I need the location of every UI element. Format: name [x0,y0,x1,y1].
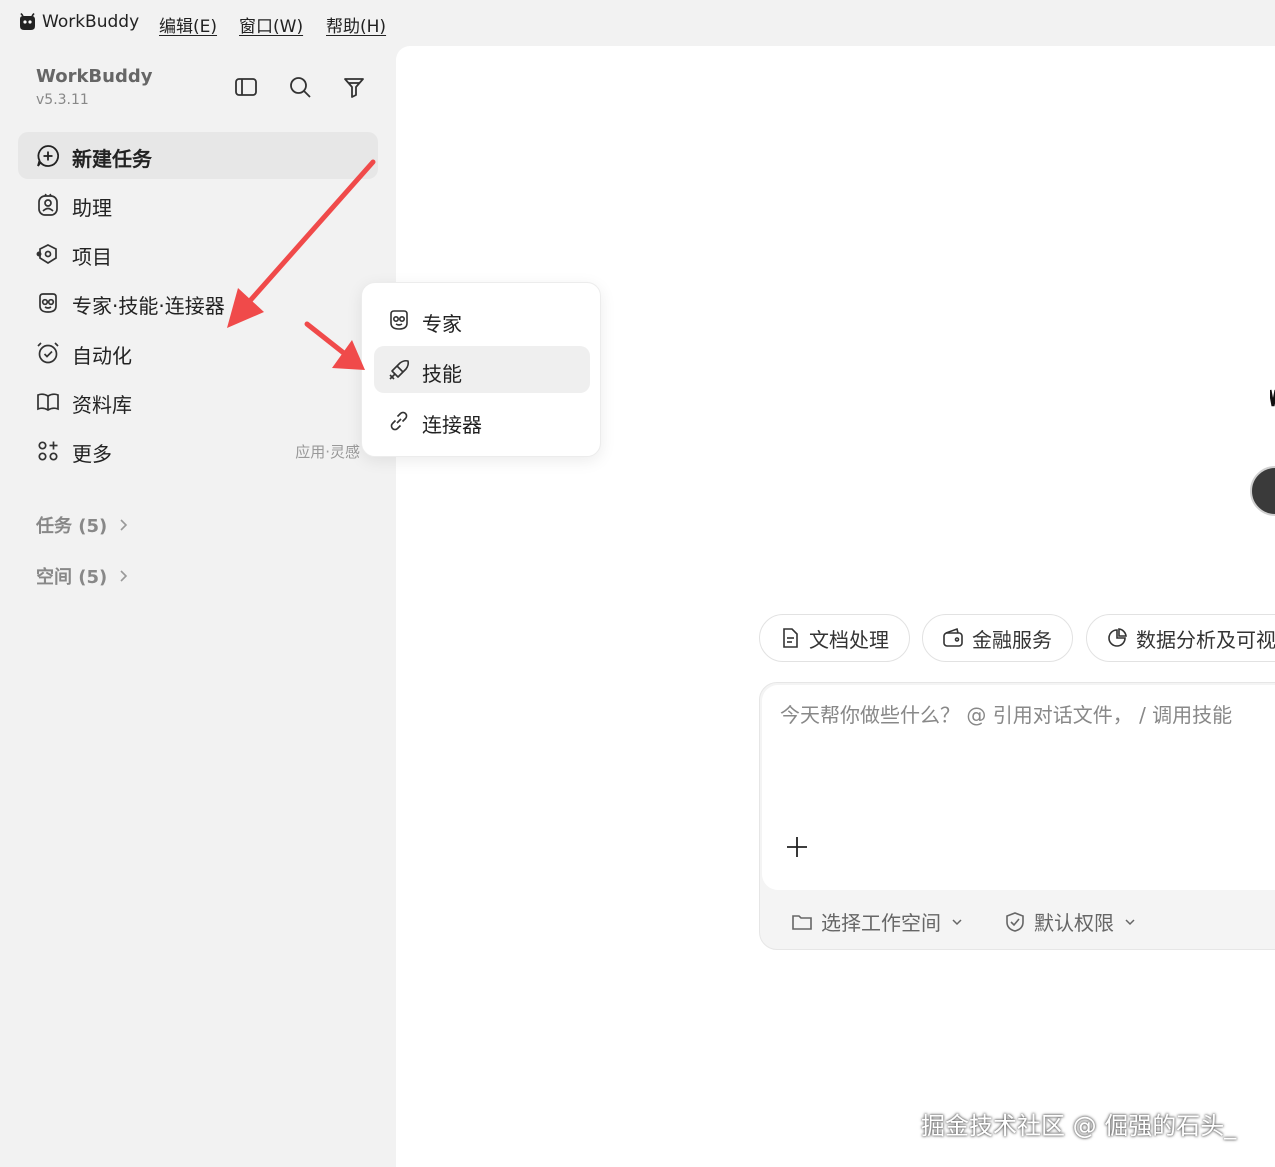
section-tasks[interactable]: 任务 (5) [36,512,129,538]
expert-popup-menu: 专家 技能 连接器 [361,282,601,457]
expert-icon [387,308,411,332]
pie-chart-icon [1108,628,1127,647]
workspace-select[interactable]: 选择工作空间 [791,907,963,936]
watermark: 掘金技术社区 @ 倔强的石头_ [921,1112,1237,1140]
main-content: 文档处理 金融服务 数据分析及可视 今天帮你做些什么？ @ 引用对话文件， / … [396,46,1275,1167]
nav-assistant[interactable]: 助理 [18,181,378,228]
nav-more[interactable]: 更多 应用·灵感 [18,427,378,474]
folder-icon [792,914,812,930]
pill-document-processing[interactable]: 文档处理 [759,614,910,662]
floating-action-button[interactable] [1250,466,1275,516]
assistant-icon [35,192,61,218]
nav-automation[interactable]: 自动化 [18,329,378,376]
add-icon[interactable] [785,835,809,859]
menu-window[interactable]: 窗口(W) [239,12,303,37]
nav-project[interactable]: 项目 [18,230,378,277]
chevron-down-icon [1125,918,1135,925]
popup-item-connector[interactable]: 连接器 [374,397,590,444]
app-logo-icon [20,13,35,30]
project-icon [35,241,61,267]
app-name: WorkBuddy [42,12,140,32]
popup-item-expert[interactable]: 专家 [374,296,590,343]
composer-input-box [762,685,1275,890]
pill-data-analysis[interactable]: 数据分析及可视 [1086,614,1275,662]
section-spaces-label: 空间 (5) [36,567,108,588]
popup-item-label: 技能 [422,362,462,386]
search-icon[interactable] [287,74,313,100]
menu-edit[interactable]: 编辑(E) [159,12,217,37]
chevron-right-icon [120,570,128,582]
title-glyph-fragment [1270,389,1275,407]
filter-icon[interactable] [341,74,367,100]
composer: 选择工作空间 默认权限 [759,682,1275,950]
section-tasks-label: 任务 (5) [36,516,108,537]
wallet-icon [943,627,963,647]
skill-icon [387,358,411,382]
nav-assistant-label: 助理 [72,196,112,220]
nav-automation-label: 自动化 [72,344,132,368]
nav-expert-skill-connector-label: 专家·技能·连接器 [72,294,225,318]
app-window: WorkBuddy 编辑(E) 窗口(W) 帮助(H) WorkBuddy v5… [0,0,1275,1167]
nav-more-hint: 应用·灵感 [295,443,360,461]
nav-library-label: 资料库 [72,393,132,417]
prompt-input[interactable] [780,703,1275,727]
section-spaces[interactable]: 空间 (5) [36,563,129,589]
apps-icon [35,438,61,464]
document-icon [783,628,798,648]
brand-version: v5.3.11 [36,92,89,108]
workspace-label: 选择工作空间 [821,911,941,935]
permission-label: 默认权限 [1034,911,1114,935]
pill-financial-services[interactable]: 金融服务 [922,614,1073,662]
nav-project-label: 项目 [72,245,112,269]
nav-expert-skill-connector[interactable]: 专家·技能·连接器 [18,279,378,326]
brand-name: WorkBuddy [36,66,153,87]
book-icon [35,389,61,415]
nav-new-task[interactable]: 新建任务 [18,132,378,179]
pill-label: 金融服务 [972,627,1052,652]
shield-check-icon [1006,911,1024,932]
link-icon [387,409,411,433]
nav-library[interactable]: 资料库 [18,378,378,425]
menu-help[interactable]: 帮助(H) [326,12,386,37]
sidebar: WorkBuddy v5.3.11 新建任务 助理 项目 专家·技能·连接器 自… [0,46,396,1167]
chat-plus-icon [35,143,61,169]
alarm-icon [35,340,61,366]
menu-bar: WorkBuddy 编辑(E) 窗口(W) 帮助(H) [0,0,1275,46]
toggle-sidebar-icon[interactable] [233,74,259,100]
pill-label: 数据分析及可视 [1136,627,1275,652]
nav-new-task-label: 新建任务 [72,147,152,171]
popup-item-label: 专家 [422,312,462,336]
chevron-down-icon [952,918,962,925]
chevron-right-icon [120,519,128,531]
pill-label: 文档处理 [809,627,889,652]
permission-select[interactable]: 默认权限 [1004,907,1136,936]
popup-item-skill[interactable]: 技能 [374,346,590,393]
nav-more-label: 更多 [72,442,112,466]
expert-icon [35,290,61,316]
popup-item-label: 连接器 [422,413,482,437]
